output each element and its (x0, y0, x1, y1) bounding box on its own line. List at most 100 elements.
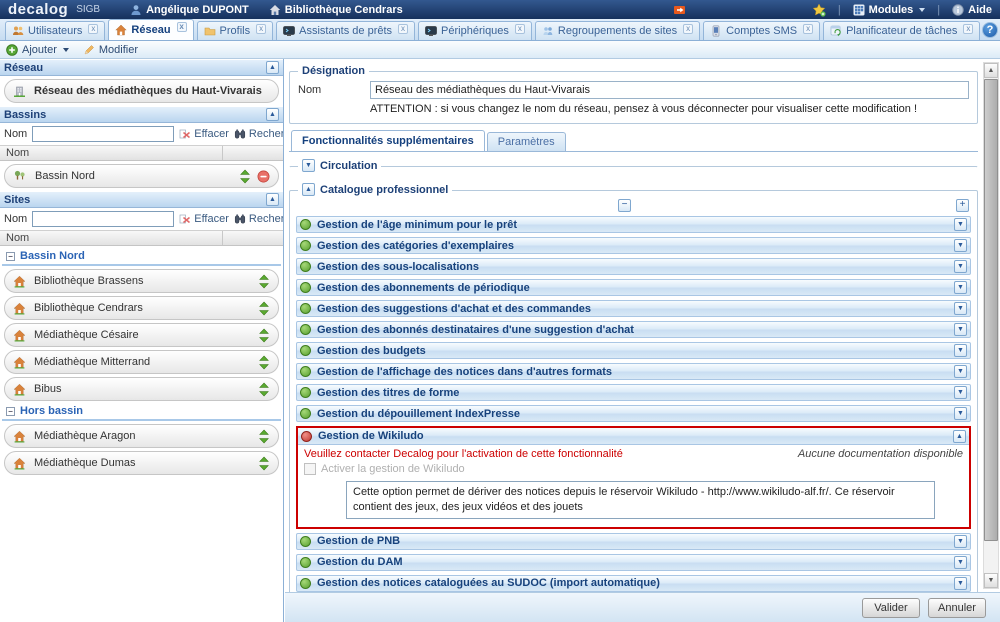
expand-button[interactable]: ▼ (302, 159, 315, 172)
collapse-feature-button[interactable]: ▲ (953, 430, 966, 443)
feature-bar[interactable]: Gestion des suggestions d'achat et des c… (296, 300, 971, 317)
modules-menu[interactable]: Modules (853, 4, 926, 16)
expand-feature-button[interactable]: ▼ (954, 323, 967, 336)
feature-bar[interactable]: Gestion des catégories d'exemplaires▼ (296, 237, 971, 254)
favorites-add-icon[interactable] (812, 3, 826, 17)
tab-fonctionnalites[interactable]: Fonctionnalités supplémentaires (291, 130, 485, 151)
tab-parametres[interactable]: Paramètres (487, 132, 566, 151)
feature-bar[interactable]: Gestion des abonnés destinataires d'une … (296, 321, 971, 338)
close-icon[interactable]: x (177, 22, 187, 32)
site-row[interactable]: Médiathèque Dumas (4, 451, 279, 475)
sites-search-input[interactable] (32, 211, 174, 227)
site-row[interactable]: Bibliothèque Brassens (4, 269, 279, 293)
close-icon[interactable]: x (88, 24, 98, 34)
tab-planificateur-de-t-ches[interactable]: Planificateur de tâchesx (823, 21, 980, 40)
current-user[interactable]: Angélique DUPONT (130, 4, 249, 16)
feature-bar[interactable]: Gestion du dépouillement IndexPresse▼ (296, 405, 971, 422)
add-button[interactable]: Ajouter (6, 44, 69, 56)
tab-r-seau[interactable]: Réseaux (108, 19, 193, 40)
sort-arrows-icon[interactable] (258, 382, 270, 397)
scroll-up-button[interactable]: ▲ (984, 63, 998, 78)
scrollbar-thumb[interactable] (984, 79, 998, 541)
sort-arrows-icon[interactable] (258, 429, 270, 444)
panel-header-reseau[interactable]: Réseau ▲ (0, 59, 283, 76)
site-row[interactable]: Médiathèque Aragon (4, 424, 279, 448)
expand-feature-button[interactable]: ▼ (954, 407, 967, 420)
current-site[interactable]: Bibliothèque Cendrars (269, 4, 403, 16)
panel-header-bassins[interactable]: Bassins ▲ (0, 106, 283, 123)
close-icon[interactable]: x (256, 24, 266, 34)
site-row[interactable]: Bibus (4, 377, 279, 401)
feature-bar[interactable]: Gestion du DAM▼ (296, 554, 971, 571)
expand-feature-button[interactable]: ▼ (954, 577, 967, 590)
panel-header-sites[interactable]: Sites ▲ (0, 191, 283, 208)
sites-clear-button[interactable]: Effacer (179, 213, 229, 225)
cancel-button[interactable]: Annuler (928, 598, 986, 618)
collapse-group-icon[interactable]: − (6, 252, 15, 261)
close-icon[interactable]: x (963, 24, 973, 34)
sites-search-button[interactable]: Rechercher (234, 213, 284, 225)
sort-arrows-icon[interactable] (258, 301, 270, 316)
close-icon[interactable]: x (803, 24, 813, 34)
expand-feature-button[interactable]: ▼ (954, 535, 967, 548)
export-icon[interactable] (673, 4, 686, 16)
expand-all-button[interactable]: + (956, 199, 969, 212)
bassins-search-button[interactable]: Rechercher (234, 128, 284, 140)
tab-p-riph-riques[interactable]: Périphériquesx (418, 21, 532, 40)
site-row[interactable]: Bibliothèque Cendrars (4, 296, 279, 320)
collapse-group-icon[interactable]: − (6, 407, 15, 416)
tab-utilisateurs[interactable]: Utilisateursx (5, 21, 105, 40)
help-menu[interactable]: Aide (952, 4, 992, 16)
feature-bar[interactable]: Gestion des budgets▼ (296, 342, 971, 359)
expand-feature-button[interactable]: ▼ (954, 260, 967, 273)
feature-bar[interactable]: Gestion des abonnements de périodique▼ (296, 279, 971, 296)
bassins-search-input[interactable] (32, 126, 174, 142)
expand-feature-button[interactable]: ▼ (954, 281, 967, 294)
collapse-button[interactable]: ▲ (266, 108, 279, 121)
validate-button[interactable]: Valider (862, 598, 920, 618)
bassin-row[interactable]: Bassin Nord (4, 164, 279, 188)
feature-bar[interactable]: Gestion des titres de forme▼ (296, 384, 971, 401)
sort-arrows-icon[interactable] (239, 169, 251, 184)
site-row[interactable]: Médiathèque Mitterrand (4, 350, 279, 374)
expand-feature-button[interactable]: ▼ (954, 386, 967, 399)
activate-wikiludo-checkbox[interactable] (304, 463, 316, 475)
expand-feature-button[interactable]: ▼ (954, 556, 967, 569)
collapse-button[interactable]: ▲ (302, 183, 315, 196)
expand-feature-button[interactable]: ▼ (954, 218, 967, 231)
tab-comptes-sms[interactable]: Comptes SMSx (703, 21, 820, 40)
feature-bar[interactable]: Gestion de Wikiludo▲ (298, 428, 969, 445)
site-group-header[interactable]: −Hors bassin (2, 405, 281, 421)
close-icon[interactable]: x (398, 24, 408, 34)
nom-input[interactable] (370, 81, 969, 99)
sort-arrows-icon[interactable] (258, 456, 270, 471)
tab-regroupements-de-sites[interactable]: Regroupements de sitesx (535, 21, 700, 40)
collapse-button[interactable]: ▲ (266, 61, 279, 74)
help-button[interactable]: ? (982, 22, 998, 38)
bassins-clear-button[interactable]: Effacer (179, 128, 229, 140)
feature-bar[interactable]: Gestion des sous-localisations▼ (296, 258, 971, 275)
expand-feature-button[interactable]: ▼ (954, 239, 967, 252)
feature-bar[interactable]: Gestion de l'âge minimum pour le prêt▼ (296, 216, 971, 233)
feature-bar[interactable]: Gestion de PNB▼ (296, 533, 971, 550)
sort-arrows-icon[interactable] (258, 274, 270, 289)
scroll-down-button[interactable]: ▼ (984, 573, 998, 588)
expand-feature-button[interactable]: ▼ (954, 365, 967, 378)
vertical-scrollbar[interactable]: ▲ ▼ (983, 62, 999, 589)
network-item[interactable]: Réseau des médiathèques du Haut-Vivarais (4, 79, 279, 103)
site-group-header[interactable]: −Bassin Nord (2, 250, 281, 266)
remove-icon[interactable] (257, 170, 270, 183)
collapse-all-button[interactable]: − (618, 199, 631, 212)
modify-button[interactable]: Modifier (83, 44, 138, 56)
close-icon[interactable]: x (683, 24, 693, 34)
expand-feature-button[interactable]: ▼ (954, 302, 967, 315)
feature-bar[interactable]: Gestion de l'affichage des notices dans … (296, 363, 971, 380)
sort-arrows-icon[interactable] (258, 355, 270, 370)
expand-feature-button[interactable]: ▼ (954, 344, 967, 357)
sort-arrows-icon[interactable] (258, 328, 270, 343)
feature-bar[interactable]: Gestion des notices cataloguées au SUDOC… (296, 575, 971, 592)
bassins-column-header[interactable]: Nom (0, 145, 283, 161)
site-row[interactable]: Médiathèque Césaire (4, 323, 279, 347)
close-icon[interactable]: x (515, 24, 525, 34)
tab-profils[interactable]: Profilsx (197, 21, 274, 40)
